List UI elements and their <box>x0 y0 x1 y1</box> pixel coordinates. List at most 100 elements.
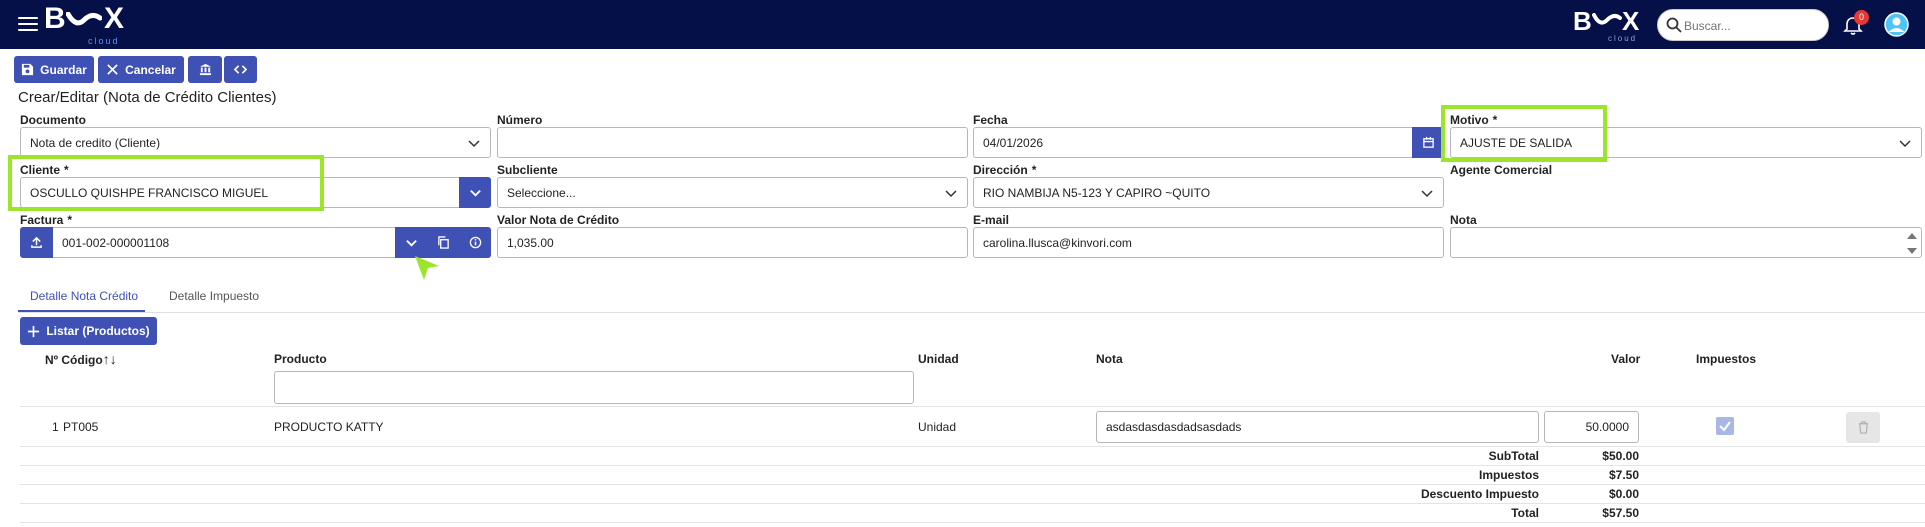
col-producto-header: Producto <box>274 352 327 366</box>
logo-left-letter-x: X <box>104 2 126 35</box>
search-box[interactable] <box>1657 9 1829 41</box>
upload-button[interactable] <box>20 227 53 258</box>
documento-select[interactable]: Nota de credito (Cliente) <box>20 127 491 158</box>
email-field[interactable]: carolina.llusca@kinvori.com <box>973 227 1444 258</box>
row-nota-value: asdasdasdasdadsasdads <box>1106 420 1242 434</box>
logo-right-sub: cloud <box>1608 34 1638 43</box>
col-nota-header: Nota <box>1096 352 1123 366</box>
row-producto: PRODUCTO KATTY <box>274 420 384 434</box>
list-products-label: Listar (Productos) <box>46 324 150 338</box>
upload-icon <box>31 236 42 248</box>
search-icon <box>1666 17 1682 33</box>
totals-divider <box>20 484 1925 485</box>
tab-detalle-nota-credito[interactable]: Detalle Nota Crédito <box>30 289 138 303</box>
trash-icon <box>1858 421 1868 434</box>
logo-right-letter-b: B <box>1573 6 1593 36</box>
row-codigo: PT005 <box>63 420 99 434</box>
direccion-label: Dirección * <box>973 163 1037 177</box>
documento-label: Documento <box>20 113 86 127</box>
motivo-highlight <box>1441 105 1607 162</box>
row-divider <box>20 446 1925 447</box>
row-nota-input[interactable]: asdasdasdasdadsasdads <box>1096 411 1539 443</box>
menu-icon[interactable] <box>18 17 38 31</box>
sort-icon[interactable]: ↑↓ <box>103 351 117 367</box>
cliente-highlight <box>8 155 324 211</box>
logo-right-letter-x: X <box>1622 6 1641 36</box>
documento-value: Nota de credito (Cliente) <box>30 135 161 150</box>
col-unidad-header: Unidad <box>918 352 959 366</box>
factura-field[interactable]: 001-002-000001108 <box>53 227 395 258</box>
chevron-down-icon <box>1421 190 1433 198</box>
totals-divider <box>20 522 1925 523</box>
save-label: Guardar <box>40 62 87 77</box>
copy-icon <box>437 236 449 249</box>
list-products-button[interactable]: Listar (Productos) <box>20 317 157 345</box>
logo-left-letter-b: B <box>44 2 67 35</box>
fecha-label: Fecha <box>973 113 1008 127</box>
bank-button[interactable] <box>188 56 222 83</box>
subtotal-label: SubTotal <box>1488 449 1539 463</box>
valor-label: Valor Nota de Crédito <box>497 213 620 227</box>
logo-left-swoosh-icon <box>66 12 102 26</box>
nota-label: Nota <box>1450 213 1477 227</box>
fecha-field[interactable]: 04/01/2026 <box>973 127 1412 158</box>
valor-value: 1,035.00 <box>507 235 554 250</box>
avatar-icon[interactable] <box>1884 12 1909 37</box>
subcliente-select[interactable]: Seleccione... <box>497 177 968 208</box>
valor-field[interactable]: 1,035.00 <box>497 227 968 258</box>
calendar-button[interactable] <box>1412 127 1444 158</box>
row-unidad: Unidad <box>918 420 957 434</box>
pointer-cursor-icon <box>415 256 439 280</box>
tabs-divider <box>18 312 1925 313</box>
subcliente-value: Seleccione... <box>507 185 576 200</box>
cancel-button[interactable]: Cancelar <box>98 56 184 83</box>
logo-right-swoosh-icon <box>1592 13 1622 25</box>
code-button[interactable] <box>224 56 257 83</box>
tab-detalle-impuesto[interactable]: Detalle Impuesto <box>169 289 259 303</box>
col-impuestos-header: Impuestos <box>1696 352 1757 366</box>
producto-filter-input[interactable] <box>274 371 914 404</box>
totals-divider <box>20 503 1925 504</box>
chevron-down-icon <box>468 140 480 148</box>
descuento-impuesto-value: $0.00 <box>1608 487 1639 501</box>
numero-field[interactable] <box>497 127 968 158</box>
spinner-arrows-icon[interactable] <box>1906 230 1918 257</box>
subcliente-label: Subcliente <box>497 163 558 177</box>
impuestos-total-label: Impuestos <box>1478 468 1539 482</box>
notification-badge: 0 <box>1854 10 1869 25</box>
total-value: $57.50 <box>1602 506 1639 520</box>
factura-value: 001-002-000001108 <box>62 235 170 250</box>
factura-label: Factura * <box>20 213 73 227</box>
email-value: carolina.llusca@kinvori.com <box>983 235 1132 250</box>
chevron-down-icon <box>405 239 417 247</box>
close-icon <box>107 64 118 75</box>
row-valor-value: 50.0000 <box>1585 420 1629 434</box>
top-bar: B X cloud B X cloud 0 <box>0 0 1925 49</box>
row-valor-input[interactable]: 50.0000 <box>1544 411 1639 443</box>
calendar-icon <box>1422 136 1434 148</box>
cancel-label: Cancelar <box>125 62 176 77</box>
search-input[interactable] <box>1684 16 1824 36</box>
row-delete-button[interactable] <box>1846 412 1880 443</box>
fecha-value: 04/01/2026 <box>983 135 1044 150</box>
email-label: E-mail <box>973 213 1010 227</box>
table-header-divider <box>20 406 1925 407</box>
row-index: 1 <box>52 420 59 434</box>
save-button[interactable]: Guardar <box>14 56 94 83</box>
col-valor-header: Valor <box>1611 352 1641 366</box>
page-title: Crear/Editar (Nota de Crédito Clientes) <box>18 89 277 106</box>
numero-label: Número <box>497 113 543 127</box>
total-label: Total <box>1511 506 1539 520</box>
row-impuestos-checkbox[interactable] <box>1716 417 1734 435</box>
col-codigo-header[interactable]: Nº Código↑↓ <box>45 351 117 367</box>
direccion-value: RIO NAMBIJA N5-123 Y CAPIRO ~QUITO <box>983 185 1211 200</box>
factura-actions <box>395 227 491 258</box>
nota-textarea[interactable] <box>1450 227 1922 258</box>
agente-label: Agente Comercial <box>1450 163 1553 177</box>
direccion-select[interactable]: RIO NAMBIJA N5-123 Y CAPIRO ~QUITO <box>973 177 1444 208</box>
code-icon <box>234 65 247 74</box>
totals-divider <box>20 465 1925 466</box>
chevron-down-icon <box>469 189 481 197</box>
info-button[interactable] <box>459 227 491 258</box>
cliente-dropdown-button[interactable] <box>459 177 491 208</box>
